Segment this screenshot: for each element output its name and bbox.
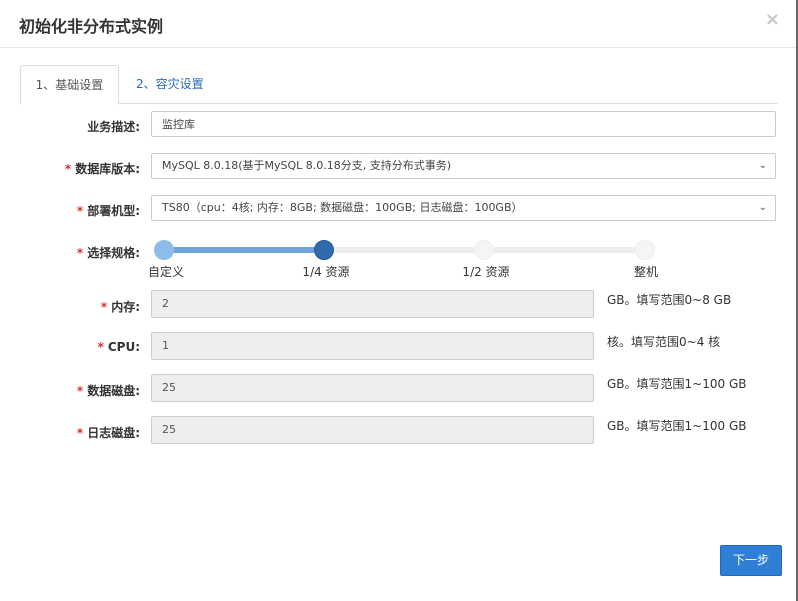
data-disk-hint: GB。填写范围1~100 GB: [607, 377, 747, 391]
dialog-header: 初始化非分布式实例 ×: [0, 0, 796, 48]
db-version-label: * 数据库版本:: [64, 162, 140, 176]
memory-input: 2: [151, 290, 594, 318]
spec-option-custom[interactable]: 自定义: [148, 263, 184, 280]
chevron-down-icon: ⌄: [758, 202, 767, 213]
memory-hint: GB。填写范围0~8 GB: [607, 293, 732, 307]
memory-label: * 内存:: [100, 300, 140, 314]
chevron-down-icon: ⌄: [758, 160, 767, 171]
cpu-hint: 核。填写范围0~4 核: [607, 335, 721, 349]
log-disk-label: * 日志磁盘:: [76, 426, 140, 440]
next-step-button[interactable]: 下一步: [720, 545, 782, 576]
db-version-select[interactable]: MySQL 8.0.18(基于MySQL 8.0.18分支, 支持分布式事务) …: [151, 153, 776, 179]
spec-option-quarter[interactable]: 1/4 资源: [302, 263, 349, 280]
cpu-input: 1: [151, 332, 594, 360]
business-desc-input[interactable]: [151, 111, 776, 137]
machine-type-label: * 部署机型:: [76, 204, 140, 218]
spec-label: * 选择规格:: [76, 246, 140, 260]
slider-stop-full[interactable]: [635, 240, 655, 260]
spec-option-full[interactable]: 整机: [634, 263, 658, 280]
slider-handle[interactable]: [314, 240, 334, 260]
tab-disaster-recovery[interactable]: 2、容灾设置: [136, 65, 204, 103]
machine-type-select[interactable]: TS80（cpu：4核; 内存：8GB; 数据磁盘：100GB; 日志磁盘：10…: [151, 195, 776, 221]
data-disk-input: 25: [151, 374, 594, 402]
db-version-value: MySQL 8.0.18(基于MySQL 8.0.18分支, 支持分布式事务): [162, 159, 452, 172]
business-desc-label: 业务描述:: [87, 120, 140, 134]
slider-stop-half[interactable]: [474, 240, 494, 260]
spec-option-half[interactable]: 1/2 资源: [462, 263, 509, 280]
data-disk-label: * 数据磁盘:: [76, 384, 140, 398]
log-disk-input: 25: [151, 416, 594, 444]
spec-slider[interactable]: [154, 240, 655, 260]
machine-type-value: TS80（cpu：4核; 内存：8GB; 数据磁盘：100GB; 日志磁盘：10…: [162, 201, 523, 214]
slider-track-fill: [164, 247, 324, 253]
tab-basic-settings[interactable]: 1、基础设置: [20, 65, 119, 105]
dialog: 初始化非分布式实例 × 1、基础设置 2、容灾设置 业务描述: *数据库版本: …: [0, 0, 798, 601]
cpu-label: * CPU:: [97, 340, 140, 354]
dialog-title: 初始化非分布式实例: [19, 17, 164, 36]
slider-stop-custom[interactable]: [154, 240, 174, 260]
close-icon[interactable]: ×: [765, 11, 780, 29]
log-disk-hint: GB。填写范围1~100 GB: [607, 419, 747, 433]
tab-bar: 1、基础设置 2、容灾设置: [20, 65, 778, 105]
